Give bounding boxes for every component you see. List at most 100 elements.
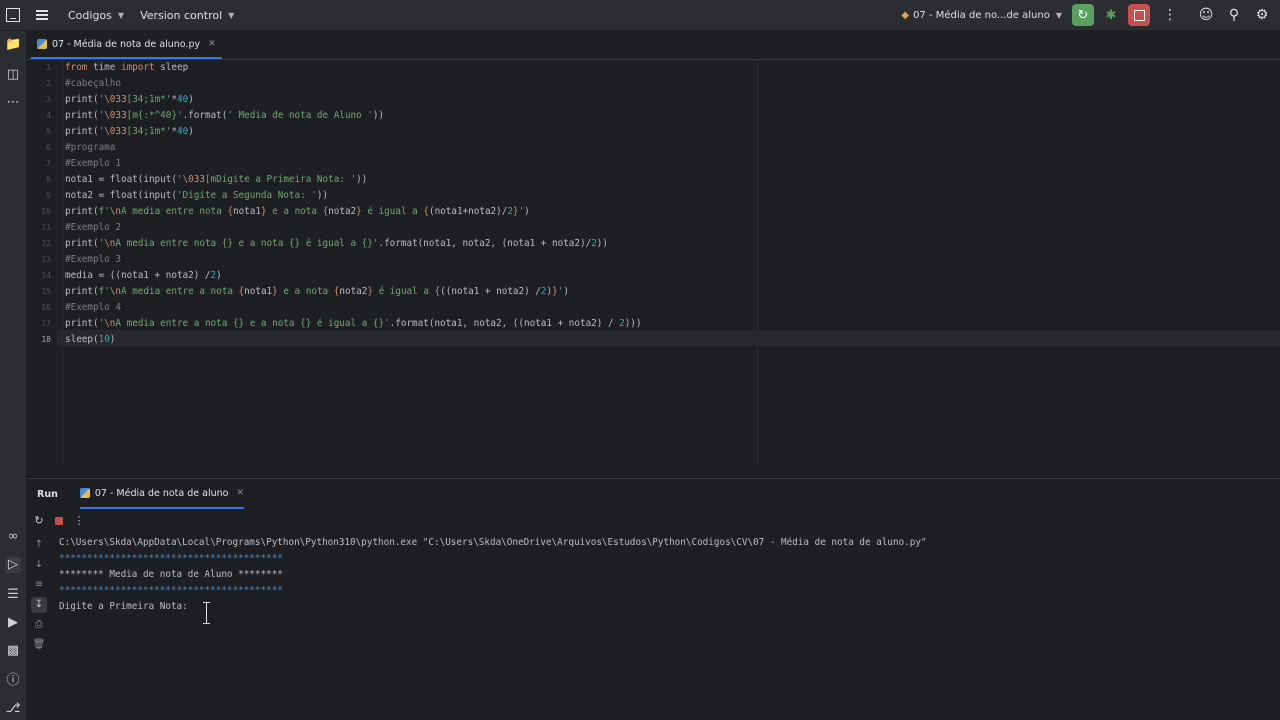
search-icon[interactable]: ⚲ [1220,7,1248,23]
line-number: 12 [41,239,51,248]
line-number: 13 [41,255,51,264]
console-input-prompt[interactable]: Digite a Primeira Nota: [59,599,927,615]
rerun-icon[interactable]: ↻ [31,513,47,529]
more-actions-icon[interactable]: ⋮ [71,513,87,529]
console-command: C:\Users\Skda\AppData\Local\Programs\Pyt… [59,537,927,548]
main-menu-icon[interactable] [36,10,50,20]
project-widget[interactable]: Codigos ▼ [68,9,124,22]
code-line: print('\033[34;1m*'*40) [65,126,194,137]
code-line: print(f'\nA media entre nota {nota1} e a… [65,206,530,217]
left-tool-strip: 📁 ◫ ⋯ ∞ ▷ ☰ ▶ ▩ ⓘ ⎇ [0,31,26,720]
code-line: nota1 = float(input('\033[mDigite a Prim… [65,174,368,185]
line-number: 18 [41,335,51,344]
line-number: 15 [41,287,51,296]
code-line: #Exemplo 4 [65,302,121,313]
settings-icon[interactable]: ⚙ [1248,7,1276,23]
code-line: print(f'\nA media entre a nota {nota1} e… [65,286,569,297]
up-arrow-icon[interactable]: ↑ [31,537,47,553]
run-tab-label: 07 - Média de nota de aluno [94,487,229,499]
line-number: 11 [41,223,51,232]
line-number: 1 [46,63,51,72]
project-name: Codigos [68,8,112,22]
git-icon[interactable]: ⎇ [5,701,21,717]
close-icon[interactable]: ✕ [236,488,244,498]
bug-icon: ✱ [1105,7,1117,23]
python-file-icon [37,39,47,49]
python-packages-icon[interactable]: ∞ [5,529,21,545]
more-actions-icon[interactable]: ⋮ [1156,7,1184,23]
run-panel-header: Run 07 - Média de nota de aluno ✕ [27,479,1280,509]
account-icon[interactable]: ☺ [1192,7,1220,23]
console-line: **************************************** [59,585,283,596]
pycharm-logo-icon[interactable] [6,8,20,22]
line-number: 10 [41,207,51,216]
rerun-button[interactable]: ↻ [1072,4,1094,26]
services-icon[interactable]: ▶ [5,615,21,631]
trash-icon[interactable]: 🗑 [31,637,47,653]
line-number: 2 [46,79,51,88]
stop-button[interactable] [1128,4,1150,26]
code-line: #Exemplo 3 [65,254,121,265]
vcs-widget[interactable]: Version control ▼ [140,9,234,22]
run-toolbar: ↻ ⋮ [31,513,91,529]
terminal-icon[interactable]: ▩ [5,643,21,659]
structure-icon[interactable]: ◫ [5,67,21,83]
line-number: 7 [46,159,51,168]
rerun-icon: ↻ [1077,7,1089,23]
console-line: **************************************** [59,553,283,564]
run-config-icon: ◆ [901,9,910,21]
line-number: 16 [41,303,51,312]
python-file-icon [79,488,90,498]
code-line: print('\nA media entre nota {} e a nota … [65,238,608,249]
chevron-down-icon: ▼ [228,10,235,20]
run-tool-icon[interactable]: ▷ [5,557,21,573]
code-line: nota2 = float(input('Digite a Segunda No… [65,190,329,201]
line-number: 3 [46,95,51,104]
run-panel: Run 07 - Média de nota de aluno ✕ ↻ ⋮ ↑ … [27,479,1280,720]
debug-button[interactable]: ✱ [1100,4,1122,26]
editor-tab[interactable]: 07 - Média de nota de aluno.py ✕ [31,31,222,59]
code-line: sleep(10) [65,334,116,345]
project-folder-icon[interactable]: 📁 [5,37,21,53]
chevron-down-icon: ▼ [117,10,125,20]
current-line-highlight [57,330,1280,346]
console-line: ******** Media de nota de Aluno ******** [59,569,283,580]
editor-tab-label: 07 - Média de nota de aluno.py [52,38,201,50]
run-panel-title: Run [37,488,58,500]
chevron-down-icon: ▼ [1055,10,1062,20]
title-bar: Codigos ▼ Version control ▼ ◆ 07 - Média… [0,0,1280,31]
soft-wrap-icon[interactable]: ≡ [31,577,47,593]
code-line: print('\033[34;1m*'*40) [65,94,194,105]
line-number: 9 [46,191,51,200]
code-line: #cabeçalho [65,78,121,89]
line-number: 4 [46,111,51,120]
run-config-selector[interactable]: ◆ 07 - Média de no...de aluno ▼ [901,10,1062,21]
more-tools-icon[interactable]: ⋯ [5,95,21,111]
code-line: print('\033[m{:*^40}'.format(' Media de … [65,110,385,121]
code-line: media = ((nota1 + nota2) /2) [65,270,222,281]
line-number: 5 [46,127,51,136]
layers-icon[interactable]: ☰ [5,587,21,603]
line-number: 17 [41,319,51,328]
gutter-separator [62,60,63,464]
code-line: #Exemplo 1 [65,158,121,169]
code-editor[interactable]: 1 2 3 4 5 6 7 8 9 10 11 12 13 14 15 16 17 18 from time im… [27,60,1280,464]
line-number-gutter: 1 2 3 4 5 6 7 8 9 10 11 12 13 14 15 16 17 18 [27,60,57,464]
problems-icon[interactable]: ⓘ [5,673,21,689]
scroll-to-end-icon[interactable]: ↧ [31,597,47,613]
close-icon[interactable]: ✕ [208,39,216,49]
editor-tab-bar: 07 - Média de nota de aluno.py ✕ [27,31,1280,60]
stop-icon[interactable] [51,513,67,529]
code-line: print('\nA media entre a nota {} e a not… [65,318,642,329]
vcs-label: Version control [140,8,223,22]
code-line: #programa [65,142,116,153]
line-number: 6 [46,143,51,152]
line-number: 8 [46,175,51,184]
console-output[interactable]: C:\Users\Skda\AppData\Local\Programs\Pyt… [59,535,927,615]
line-number: 14 [41,271,51,280]
code-line: from time import sleep [65,62,189,73]
print-icon[interactable]: ⎙ [31,617,47,633]
down-arrow-icon[interactable]: ↓ [31,557,47,573]
run-tab[interactable]: 07 - Média de nota de aluno ✕ [79,479,245,509]
run-config-label: 07 - Média de no...de aluno [913,9,1050,21]
